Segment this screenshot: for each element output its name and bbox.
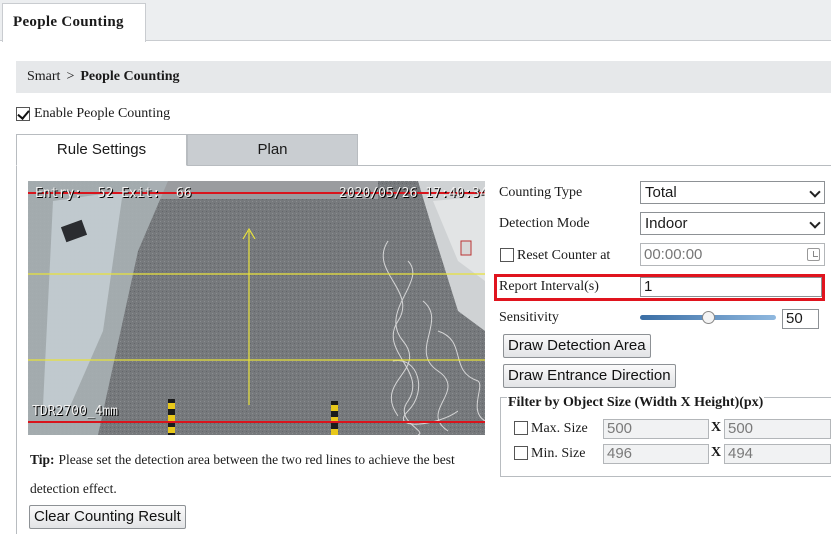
enable-label: Enable People Counting — [34, 106, 171, 121]
max-width-input[interactable]: 500 — [603, 419, 709, 439]
tab-people-counting[interactable]: People Counting — [2, 3, 146, 42]
max-height-input[interactable]: 500 — [724, 419, 831, 439]
report-interval-label: Report Interval(s) — [499, 279, 599, 294]
sensitivity-input[interactable]: 50 — [782, 309, 819, 329]
max-size-separator: X — [711, 420, 722, 435]
draw-entrance-direction-button[interactable]: Draw Entrance Direction — [503, 364, 676, 388]
tip-text: Tip: Please set the detection area betwee… — [30, 445, 490, 503]
report-interval-input[interactable]: 1 — [640, 277, 822, 297]
counting-type-select[interactable]: Total — [640, 181, 825, 204]
enable-people-counting[interactable]: Enable People Counting — [16, 104, 170, 124]
reset-counter-checkbox[interactable] — [500, 248, 514, 262]
camera-preview[interactable]: Entry: 52 Exit: 66 2020/05/26 17:40:34 T… — [28, 181, 485, 435]
min-height-input[interactable]: 494 — [724, 444, 831, 464]
settings-tabs: Rule Settings Plan — [16, 134, 831, 166]
breadcrumb-parent[interactable]: Smart — [27, 69, 60, 84]
reset-counter-label: Reset Counter at — [517, 248, 611, 263]
tab-plan[interactable]: Plan — [187, 134, 358, 166]
max-size-label: Max. Size — [531, 421, 588, 436]
detection-mode-label: Detection Mode — [499, 216, 590, 231]
tip-prefix: Tip: — [30, 452, 55, 467]
breadcrumb-separator: > — [66, 69, 75, 84]
camera-scene — [28, 181, 485, 435]
sensitivity-slider-handle[interactable] — [701, 311, 715, 324]
min-size-separator: X — [711, 445, 722, 460]
osd-camera-name: TDR2700_4mm — [32, 404, 119, 419]
top-tab-bar: People Counting — [0, 0, 831, 42]
min-size-checkbox[interactable] — [514, 446, 528, 460]
enable-checkbox[interactable] — [16, 107, 30, 121]
min-width-input[interactable]: 496 — [603, 444, 709, 464]
reset-time-value: 00:00:00 — [644, 246, 703, 263]
tip-message: Please set the detection area between th… — [30, 452, 455, 496]
counting-type-value: Total — [645, 184, 677, 201]
chevron-down-icon — [809, 217, 821, 229]
chevron-down-icon — [809, 186, 821, 198]
osd-datetime: 2020/05/26 17:40:34 — [339, 186, 485, 201]
draw-detection-area-button[interactable]: Draw Detection Area — [503, 334, 651, 358]
sensitivity-label: Sensitivity — [499, 310, 559, 325]
min-size-label: Min. Size — [531, 446, 586, 461]
clock-icon[interactable] — [807, 248, 820, 261]
breadcrumb: Smart > People Counting — [16, 61, 831, 93]
detection-mode-select[interactable]: Indoor — [640, 212, 825, 235]
reset-time-field[interactable]: 00:00:00 — [640, 243, 825, 266]
breadcrumb-current: People Counting — [80, 69, 180, 84]
osd-entry-exit-counts: Entry: 52 Exit: 66 — [35, 186, 192, 201]
counting-type-label: Counting Type — [499, 185, 583, 200]
clear-counting-result-button[interactable]: Clear Counting Result — [29, 505, 186, 529]
filter-legend: Filter by Object Size (Width X Height)(p… — [507, 395, 765, 411]
detection-mode-value: Indoor — [645, 215, 688, 232]
tab-rule-settings[interactable]: Rule Settings — [16, 134, 187, 166]
max-size-checkbox[interactable] — [514, 421, 528, 435]
